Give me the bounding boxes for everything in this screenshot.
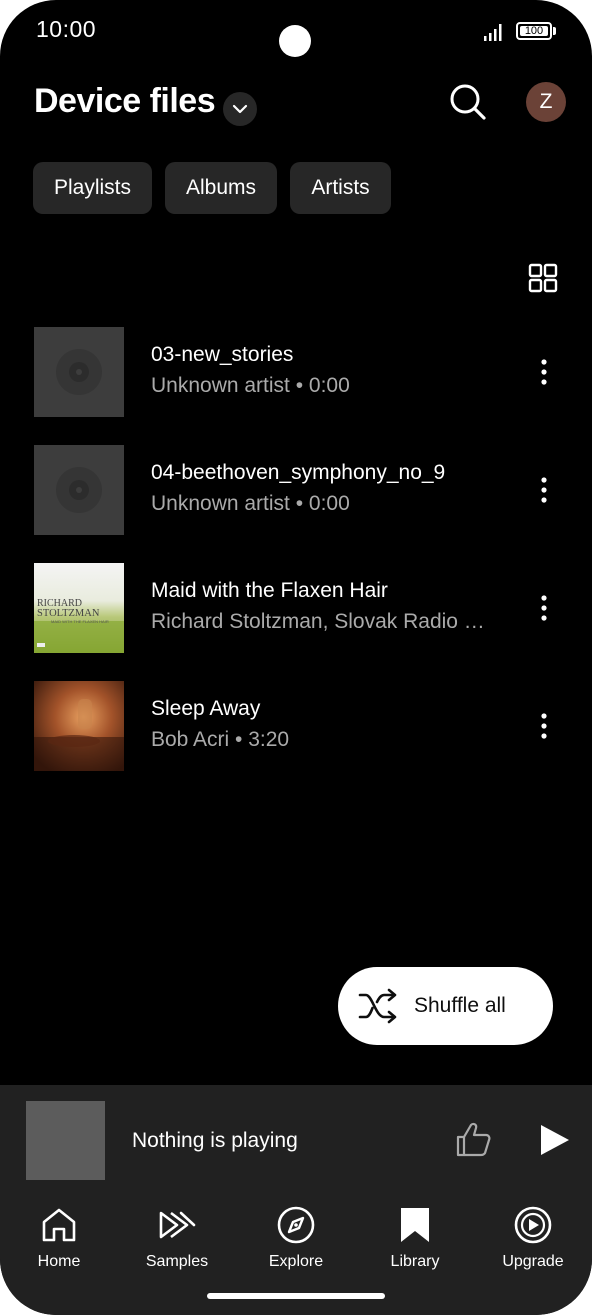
thumbs-up-icon[interactable] xyxy=(454,1121,492,1159)
track-title: Sleep Away xyxy=(151,697,261,720)
track-subtitle: Unknown artist • 0:00 xyxy=(151,374,350,397)
home-icon xyxy=(42,1208,76,1242)
battery-icon: 100 xyxy=(516,22,552,40)
nav-item-samples[interactable]: Samples xyxy=(122,1205,232,1271)
track-title: 04-beethoven_symphony_no_9 xyxy=(151,461,446,484)
track-subtitle: Richard Stoltzman, Slovak Radio … xyxy=(151,610,485,633)
chip-playlists[interactable]: Playlists xyxy=(33,162,152,214)
page-title: Device files xyxy=(34,82,216,120)
list-item[interactable]: RICHARD STOLTZMAN MAID WITH THE FLAXEN H… xyxy=(0,563,592,655)
list-item[interactable]: 03-new_stories Unknown artist • 0:00 xyxy=(0,327,592,419)
chevron-down-icon xyxy=(232,104,248,114)
more-options-icon[interactable] xyxy=(530,475,558,505)
title-dropdown-button[interactable] xyxy=(223,92,257,126)
nav-label: Samples xyxy=(145,1253,209,1270)
album-art-placeholder xyxy=(34,445,124,535)
track-subtitle: Unknown artist • 0:00 xyxy=(151,492,350,515)
phone-screen: 10:00 100 Device files Z Playlists Album… xyxy=(0,0,592,1315)
upgrade-icon xyxy=(514,1206,552,1244)
svg-text:MAID WITH THE FLAXEN HAIR: MAID WITH THE FLAXEN HAIR xyxy=(51,619,109,624)
chip-artists[interactable]: Artists xyxy=(290,162,391,214)
mini-player-title: Nothing is playing xyxy=(132,1129,298,1152)
nav-label: Home xyxy=(37,1253,81,1270)
list-item[interactable]: 04-beethoven_symphony_no_9 Unknown artis… xyxy=(0,445,592,537)
nav-label: Upgrade xyxy=(502,1253,564,1270)
album-art: RICHARD STOLTZMAN MAID WITH THE FLAXEN H… xyxy=(34,563,124,653)
shuffle-all-label: Shuffle all xyxy=(414,994,506,1017)
shuffle-icon xyxy=(358,988,397,1024)
album-art xyxy=(34,681,124,771)
grid-view-icon[interactable] xyxy=(527,262,559,294)
album-art-placeholder xyxy=(34,327,124,417)
more-options-icon[interactable] xyxy=(530,593,558,623)
more-options-icon[interactable] xyxy=(530,357,558,387)
samples-icon xyxy=(159,1211,196,1239)
track-title: 03-new_stories xyxy=(151,343,294,366)
status-time: 10:00 xyxy=(36,16,97,42)
avatar[interactable]: Z xyxy=(526,82,566,122)
battery-level: 100 xyxy=(520,26,548,37)
battery-nub xyxy=(553,27,556,35)
chip-albums[interactable]: Albums xyxy=(165,162,277,214)
signal-icon xyxy=(484,24,502,41)
list-item[interactable]: Sleep Away Bob Acri • 3:20 xyxy=(0,681,592,773)
front-camera xyxy=(279,25,311,57)
search-icon[interactable] xyxy=(446,80,490,124)
track-subtitle: Bob Acri • 3:20 xyxy=(151,728,290,751)
home-indicator[interactable] xyxy=(207,1293,385,1299)
explore-icon xyxy=(277,1206,315,1244)
track-title: Maid with the Flaxen Hair xyxy=(151,579,388,602)
svg-text:STOLTZMAN: STOLTZMAN xyxy=(37,608,100,619)
library-icon xyxy=(401,1208,429,1242)
play-icon[interactable] xyxy=(536,1123,572,1157)
mini-player[interactable]: Nothing is playing xyxy=(0,1085,592,1195)
nav-item-home[interactable]: Home xyxy=(4,1205,114,1271)
nav-label: Explore xyxy=(268,1253,324,1270)
nav-label: Library xyxy=(390,1253,440,1270)
shuffle-all-button[interactable]: Shuffle all xyxy=(338,967,553,1045)
mini-player-art xyxy=(26,1101,105,1180)
more-options-icon[interactable] xyxy=(530,711,558,741)
nav-item-library[interactable]: Library xyxy=(360,1205,470,1271)
nav-item-explore[interactable]: Explore xyxy=(241,1205,351,1271)
nav-item-upgrade[interactable]: Upgrade xyxy=(478,1205,588,1271)
